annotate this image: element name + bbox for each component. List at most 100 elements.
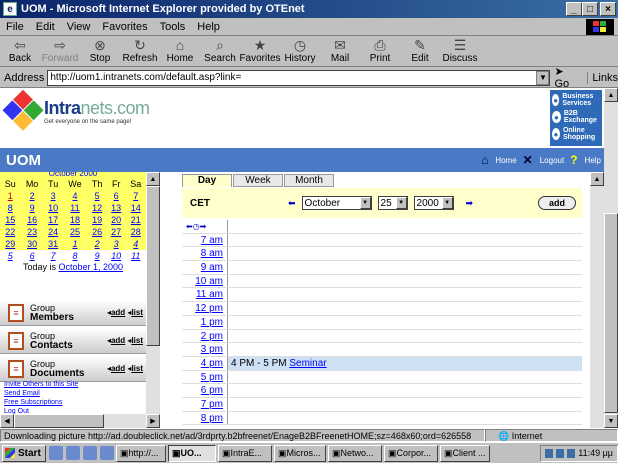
- month-select[interactable]: October ▼: [301, 196, 372, 210]
- time-link[interactable]: 2 pm: [182, 329, 228, 343]
- grid-nav-icon[interactable]: ⬅◷➡: [182, 220, 228, 233]
- stop-button[interactable]: ⊗ Stop: [80, 37, 120, 66]
- calendar-day[interactable]: 2: [20, 190, 43, 202]
- calendar-day[interactable]: 6: [20, 250, 44, 262]
- time-link[interactable]: 12 pm: [182, 302, 228, 315]
- calendar-day[interactable]: 6: [107, 190, 126, 202]
- intranets-logo[interactable]: Intranets.com Get everyone on the same p…: [2, 89, 150, 131]
- links-button[interactable]: Links: [587, 71, 618, 84]
- menu-edit[interactable]: Edit: [30, 21, 61, 33]
- edit-button[interactable]: ✎ Edit: [400, 37, 440, 66]
- time-link[interactable]: 5 pm: [182, 370, 228, 384]
- home-button[interactable]: ⌂ Home: [160, 37, 200, 66]
- side-link[interactable]: Invite Others to this Site: [4, 380, 78, 389]
- scroll-thumb[interactable]: [604, 213, 618, 413]
- time-slot[interactable]: [228, 398, 582, 411]
- taskbar-button[interactable]: ▣ Micros...: [274, 444, 326, 462]
- taskbar-button[interactable]: ▣ Netwo...: [328, 444, 382, 462]
- back-button[interactable]: ⇦ Back: [0, 37, 40, 66]
- menu-view[interactable]: View: [61, 21, 97, 33]
- favorites-button[interactable]: ★ Favorites: [239, 37, 280, 66]
- calendar-day[interactable]: 30: [20, 238, 43, 250]
- calendar-day[interactable]: 22: [0, 226, 20, 238]
- today-link[interactable]: October 1, 2000: [59, 262, 124, 272]
- group-contacts[interactable]: ≡ Group Contacts ◂add ◂list: [0, 328, 146, 354]
- taskbar-button[interactable]: ▣ http://...: [116, 444, 166, 462]
- calendar-day[interactable]: 26: [87, 226, 107, 238]
- calendar-day[interactable]: 16: [20, 214, 43, 226]
- group-add-link[interactable]: add: [111, 336, 125, 345]
- time-link[interactable]: 7 am: [182, 233, 228, 247]
- go-button[interactable]: ➤ Go: [554, 65, 581, 90]
- tray-icon[interactable]: [545, 448, 554, 458]
- refresh-button[interactable]: ↻ Refresh: [120, 37, 160, 66]
- time-slot[interactable]: [228, 261, 582, 274]
- calendar-day[interactable]: 2: [87, 238, 107, 250]
- time-link[interactable]: 11 am: [182, 288, 228, 302]
- calendar-day[interactable]: 21: [125, 214, 146, 226]
- quicklaunch-icon[interactable]: [83, 446, 97, 460]
- time-link[interactable]: 3 pm: [182, 343, 228, 356]
- time-slot[interactable]: [228, 412, 582, 425]
- scroll-right-icon[interactable]: ▶: [146, 414, 160, 428]
- window-title-bar[interactable]: e UOM - Microsoft Internet Explorer prov…: [0, 0, 618, 18]
- history-button[interactable]: ◷ History: [280, 37, 320, 66]
- menu-tools[interactable]: Tools: [154, 21, 192, 33]
- time-slot[interactable]: [228, 302, 582, 315]
- calendar-day[interactable]: 7: [125, 190, 146, 202]
- time-slot[interactable]: [228, 316, 582, 329]
- calendar-day[interactable]: 11: [125, 250, 146, 262]
- time-link[interactable]: 9 am: [182, 261, 228, 274]
- time-link[interactable]: 1 pm: [182, 315, 228, 329]
- year-select[interactable]: 2000 ▼: [413, 196, 454, 210]
- taskbar-button[interactable]: ▣ Client ...: [440, 444, 490, 462]
- tab-month[interactable]: Month: [284, 174, 334, 187]
- calendar-day[interactable]: 9: [20, 202, 43, 214]
- calendar-day[interactable]: 17: [44, 214, 63, 226]
- calendar-day[interactable]: 10: [106, 250, 126, 262]
- time-slot[interactable]: [228, 288, 582, 301]
- calendar-day[interactable]: 27: [107, 226, 126, 238]
- calendar-day[interactable]: 1: [63, 238, 88, 250]
- taskbar-button[interactable]: ▣ UO...: [168, 444, 216, 462]
- calendar-day[interactable]: 3: [44, 190, 63, 202]
- help-link[interactable]: ? Help: [570, 153, 601, 167]
- calendar-day[interactable]: 5: [0, 250, 21, 262]
- side-link[interactable]: Free Subscriptions: [4, 398, 78, 407]
- service-item[interactable]: ● B2B Exchange: [552, 110, 600, 124]
- discuss-button[interactable]: ☰ Discuss: [440, 37, 480, 66]
- search-button[interactable]: ⌕ Search: [200, 37, 240, 66]
- scroll-left-icon[interactable]: ◀: [0, 414, 14, 428]
- time-link[interactable]: 7 pm: [182, 397, 228, 411]
- next-arrow-icon[interactable]: ➡: [466, 198, 474, 209]
- calendar-day[interactable]: 8: [62, 250, 88, 262]
- taskbar-button[interactable]: ▣ IntraE...: [218, 444, 272, 462]
- calendar-day[interactable]: 20: [107, 214, 126, 226]
- address-input[interactable]: http://uom1.intranets.com/default.asp?li…: [47, 69, 551, 86]
- left-panel-hscrollbar[interactable]: ◀ ▶: [0, 414, 160, 428]
- scroll-up-icon[interactable]: ▲: [604, 88, 618, 102]
- taskbar-button[interactable]: ▣ Corpor...: [384, 444, 438, 462]
- chevron-down-icon[interactable]: ▼: [536, 70, 550, 85]
- tab-day[interactable]: Day: [182, 174, 232, 187]
- quicklaunch-icon[interactable]: [100, 446, 114, 460]
- calendar-day[interactable]: 4: [63, 190, 88, 202]
- minimize-button[interactable]: _: [566, 2, 582, 16]
- calendar-day[interactable]: 13: [107, 202, 126, 214]
- time-link[interactable]: 6 pm: [182, 384, 228, 397]
- time-slot[interactable]: [228, 330, 582, 343]
- add-event-button[interactable]: add: [538, 196, 576, 210]
- maximize-button[interactable]: □: [582, 2, 598, 16]
- time-slot[interactable]: [228, 343, 582, 356]
- calendar-day[interactable]: 14: [125, 202, 146, 214]
- mail-button[interactable]: ✉ Mail: [320, 37, 360, 66]
- start-button[interactable]: Start: [2, 444, 46, 462]
- group-list-link[interactable]: list: [131, 308, 143, 317]
- prev-arrow-icon[interactable]: ⬅: [288, 198, 296, 209]
- calendar-day[interactable]: 31: [44, 238, 63, 250]
- calendar-day[interactable]: 23: [20, 226, 43, 238]
- calendar-day[interactable]: 15: [0, 214, 20, 226]
- menu-favorites[interactable]: Favorites: [96, 21, 153, 33]
- menu-file[interactable]: File: [0, 21, 30, 33]
- calendar-day[interactable]: 28: [125, 226, 146, 238]
